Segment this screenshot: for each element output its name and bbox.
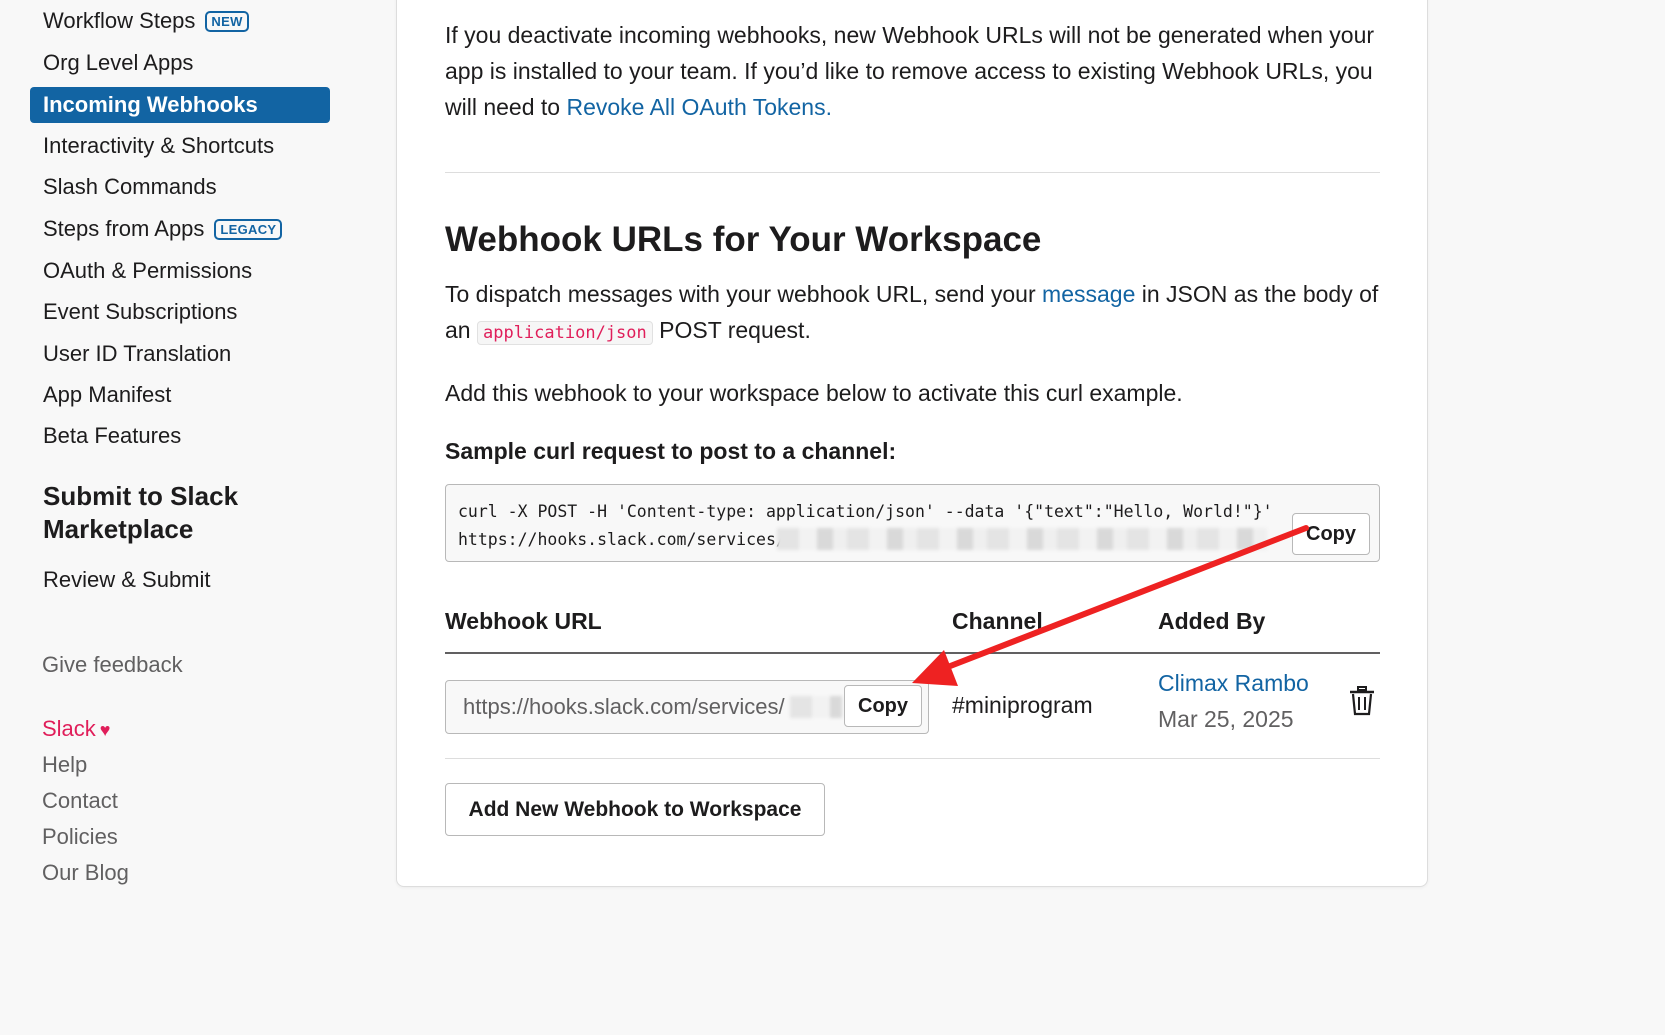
slack-home-link[interactable]: Slack ♥ <box>42 716 110 742</box>
redacted-url-blur <box>790 696 842 718</box>
slack-link-label: Slack <box>42 716 96 741</box>
sidebar-item-label: Org Level Apps <box>43 50 194 75</box>
sidebar-item-user-id-translation[interactable]: User ID Translation <box>30 336 330 372</box>
sidebar-item-review-submit[interactable]: Review & Submit <box>30 562 330 598</box>
sidebar-item-interactivity-shortcuts[interactable]: Interactivity & Shortcuts <box>30 128 330 164</box>
table-row-divider <box>445 758 1380 759</box>
dispatch-text-pre: To dispatch messages with your webhook U… <box>445 281 1036 307</box>
column-header-channel: Channel <box>952 608 1043 634</box>
webhook-url-value: https://hooks.slack.com/services/ <box>463 694 785 719</box>
dispatch-text-post: POST request. <box>659 317 811 343</box>
sidebar-item-incoming-webhooks[interactable]: Incoming Webhooks <box>30 87 330 123</box>
table-header-rule <box>445 652 1380 654</box>
give-feedback-link[interactable]: Give feedback <box>42 652 183 678</box>
sidebar-item-steps-from-apps[interactable]: Steps from Apps LEGACY <box>30 211 330 247</box>
add-webhook-hint: Add this webhook to your workspace below… <box>445 380 1183 406</box>
sidebar-item-label: Steps from Apps <box>43 216 205 241</box>
page-title: Webhook URLs for Your Workspace <box>445 220 1042 259</box>
sample-curl-label: Sample curl request to post to a channel… <box>445 438 897 464</box>
sidebar-item-beta-features[interactable]: Beta Features <box>30 418 330 454</box>
help-link[interactable]: Help <box>42 752 87 778</box>
sidebar-item-label: User ID Translation <box>43 341 232 366</box>
sidebar-item-label: OAuth & Permissions <box>43 258 253 283</box>
added-date: Mar 25, 2025 <box>1158 706 1294 732</box>
sidebar-item-workflow-steps[interactable]: Workflow Steps NEW <box>30 3 330 39</box>
sidebar-item-label: Workflow Steps <box>43 8 196 33</box>
channel-cell: #miniprogram <box>952 692 1093 718</box>
legacy-badge: LEGACY <box>214 218 283 240</box>
sidebar-item-label: Interactivity & Shortcuts <box>43 133 275 158</box>
heart-icon: ♥ <box>99 720 111 740</box>
section-divider <box>445 172 1380 173</box>
sidebar-item-app-manifest[interactable]: App Manifest <box>30 377 330 413</box>
content-type-code: application/json <box>476 321 653 345</box>
trash-icon[interactable] <box>1349 686 1375 716</box>
sidebar-item-oauth-permissions[interactable]: OAuth & Permissions <box>30 253 330 289</box>
sidebar-item-slash-commands[interactable]: Slash Commands <box>30 169 330 205</box>
dispatch-paragraph: To dispatch messages with your webhook U… <box>445 276 1385 351</box>
section-title-submit: Submit to Slack Marketplace <box>43 481 239 544</box>
sidebar-item-label: App Manifest <box>43 382 172 407</box>
column-header-added-by: Added By <box>1158 608 1266 634</box>
policies-link[interactable]: Policies <box>42 824 118 850</box>
copy-webhook-url-button[interactable]: Copy <box>844 685 922 727</box>
sidebar-item-org-level-apps[interactable]: Org Level Apps <box>30 45 330 81</box>
sidebar: Workflow Steps NEW Org Level Apps Incomi… <box>0 0 360 1035</box>
sidebar-item-label: Incoming Webhooks <box>43 92 258 117</box>
sidebar-item-label: Beta Features <box>43 423 182 448</box>
sidebar-item-label: Slash Commands <box>43 174 217 199</box>
sidebar-item-label: Review & Submit <box>43 567 211 592</box>
contact-link[interactable]: Contact <box>42 788 118 814</box>
curl-line-1: curl -X POST -H 'Content-type: applicati… <box>458 502 1273 521</box>
sidebar-item-label: Event Subscriptions <box>43 299 238 324</box>
column-header-webhook-url: Webhook URL <box>445 608 602 634</box>
sidebar-item-event-subscriptions[interactable]: Event Subscriptions <box>30 294 330 330</box>
redacted-url-blur <box>777 528 1267 550</box>
deactivate-paragraph: If you deactivate incoming webhooks, new… <box>445 17 1385 125</box>
curl-code-block: curl -X POST -H 'Content-type: applicati… <box>445 484 1380 562</box>
copy-curl-button[interactable]: Copy <box>1292 513 1370 555</box>
new-badge: NEW <box>205 10 249 32</box>
added-by-user-link[interactable]: Climax Rambo <box>1158 670 1309 697</box>
message-link[interactable]: message <box>1042 281 1135 307</box>
add-new-webhook-button[interactable]: Add New Webhook to Workspace <box>445 783 825 836</box>
revoke-tokens-link[interactable]: Revoke All OAuth Tokens. <box>566 94 832 120</box>
blog-link[interactable]: Our Blog <box>42 860 129 886</box>
